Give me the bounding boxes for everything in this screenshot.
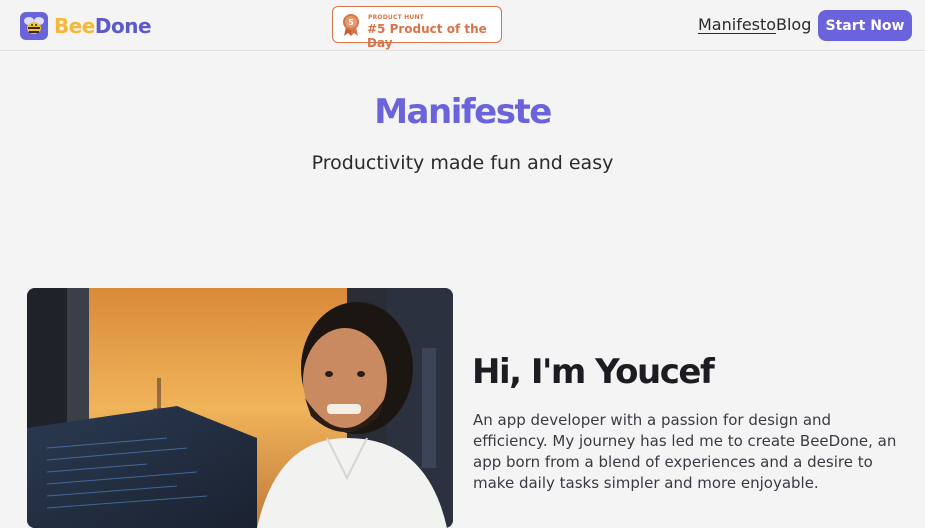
medal-number: 5	[348, 18, 354, 27]
top-navbar: BeeDone 5 PRODUCT HUNT #5 Product of the…	[0, 0, 925, 51]
start-now-button[interactable]: Start Now	[818, 10, 912, 41]
page-title: Manifeste	[374, 92, 552, 132]
brand-name-part1: Bee	[54, 14, 95, 38]
nav-link-blog[interactable]: Blog	[776, 15, 811, 34]
about-heading: Hi, I'm Youcef	[472, 352, 715, 392]
badge-source-label: PRODUCT HUNT	[368, 14, 424, 21]
brand-name-part2: Done	[94, 14, 152, 38]
medal-icon: 5	[343, 14, 359, 36]
founder-photo	[27, 288, 453, 528]
brand-name: BeeDone	[54, 14, 152, 38]
page-subtitle: Productivity made fun and easy	[311, 152, 614, 174]
product-hunt-badge[interactable]: 5 PRODUCT HUNT #5 Product of the Day	[332, 6, 502, 50]
brand-logo[interactable]: BeeDone	[20, 12, 152, 40]
badge-rank-label: #5 Product of the Day	[367, 22, 487, 50]
about-paragraph: An app developer with a passion for desi…	[473, 411, 897, 492]
nav-link-manifesto[interactable]: Manifesto	[698, 15, 776, 34]
bee-icon	[20, 12, 48, 40]
